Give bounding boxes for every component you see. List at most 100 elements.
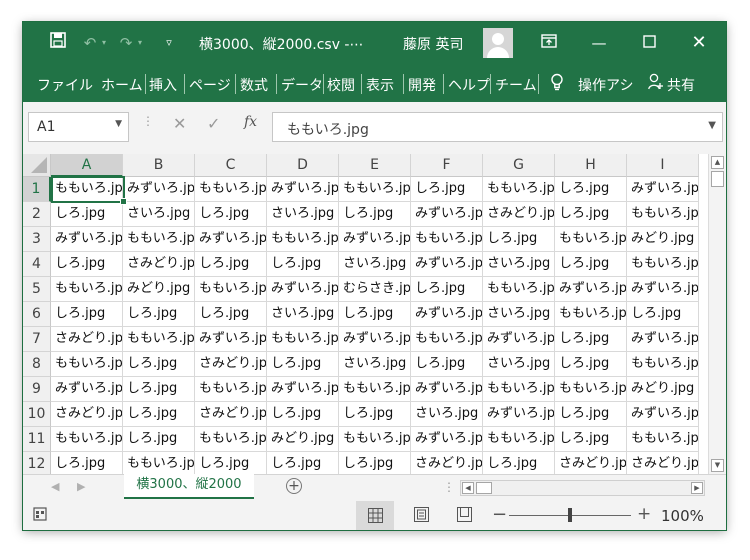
grid-cell[interactable]: しろ.jpg (51, 202, 123, 227)
grid-cell[interactable]: みずいろ.jpg (483, 402, 555, 427)
redo-icon[interactable]: ↷ (115, 32, 137, 54)
grid-cell[interactable]: みどり.jpg (627, 377, 699, 402)
tab-page-layout[interactable]: ページ (189, 75, 231, 95)
grid-cell[interactable]: みずいろ.jpg (267, 377, 339, 402)
grid-cell[interactable]: さいろ.jpg (483, 302, 555, 327)
tab-data[interactable]: データ (281, 75, 323, 95)
grid-cell[interactable]: みずいろ.jpg (123, 177, 195, 202)
column-header[interactable]: H (555, 154, 627, 177)
grid-cell[interactable]: みどり.jpg (627, 227, 699, 252)
redo-dropdown-icon[interactable]: ▾ (135, 32, 145, 54)
grid-cell[interactable]: さいろ.jpg (339, 252, 411, 277)
tab-split-handle[interactable]: ⋮ (443, 480, 455, 494)
row-header[interactable]: 6 (23, 302, 51, 327)
scroll-down-icon[interactable]: ▼ (711, 459, 724, 472)
tab-insert[interactable]: 挿入 (149, 75, 177, 95)
grid-cell[interactable]: さみどり.jpg (51, 327, 123, 352)
row-header[interactable]: 1 (23, 177, 51, 202)
grid-cell[interactable]: ももいろ.jpg (483, 277, 555, 302)
grid-cell[interactable]: ももいろ.jpg (123, 452, 195, 474)
prev-sheet-icon[interactable]: ◀ (51, 480, 59, 493)
grid-cell[interactable]: しろ.jpg (51, 302, 123, 327)
grid-cell[interactable]: しろ.jpg (339, 402, 411, 427)
grid-cell[interactable]: みずいろ.jpg (411, 427, 483, 452)
vertical-scrollbar[interactable]: ▲ ▼ (708, 154, 726, 474)
grid-cell[interactable]: みずいろ.jpg (51, 377, 123, 402)
grid-cell[interactable]: ももいろ.jpg (195, 377, 267, 402)
tell-me-box[interactable]: 操作アシ (578, 75, 633, 95)
grid-cell[interactable]: しろ.jpg (123, 377, 195, 402)
enter-icon[interactable]: ✓ (207, 114, 220, 133)
column-header[interactable]: F (411, 154, 483, 177)
grid-cell[interactable]: しろ.jpg (627, 302, 699, 327)
grid-cell[interactable]: さいろ.jpg (267, 202, 339, 227)
grid-cell[interactable]: ももいろ.jpg (123, 227, 195, 252)
grid-cell[interactable]: みずいろ.jpg (627, 402, 699, 427)
grid-cell[interactable]: さみどり.jpg (195, 402, 267, 427)
grid-cell[interactable]: しろ.jpg (195, 302, 267, 327)
zoom-level[interactable]: 100% (661, 507, 704, 525)
scroll-thumb[interactable] (711, 171, 724, 187)
name-box[interactable]: A1 ▼ (28, 112, 129, 142)
grid-cell[interactable]: しろ.jpg (555, 252, 627, 277)
grid-cell[interactable]: ももいろ.jpg (555, 377, 627, 402)
grid-cell[interactable]: ももいろ.jpg (339, 427, 411, 452)
grid-cell[interactable]: みずいろ.jpg (339, 327, 411, 352)
grid-cell[interactable]: しろ.jpg (195, 252, 267, 277)
column-header[interactable]: D (267, 154, 339, 177)
grid-cell[interactable]: しろ.jpg (123, 352, 195, 377)
zoom-in-button[interactable]: + (637, 504, 651, 524)
column-header[interactable]: C (195, 154, 267, 177)
grid-cell[interactable]: ももいろ.jpg (51, 277, 123, 302)
grid-cell[interactable]: しろ.jpg (339, 452, 411, 474)
grid-cell[interactable]: ももいろ.jpg (555, 227, 627, 252)
grid-cell[interactable]: ももいろ.jpg (195, 427, 267, 452)
grid-cell[interactable]: しろ.jpg (195, 452, 267, 474)
undo-icon[interactable]: ↶ (79, 32, 101, 54)
grid-cell[interactable]: ももいろ.jpg (267, 227, 339, 252)
grid-cell[interactable]: しろ.jpg (267, 352, 339, 377)
grid-cell[interactable]: みどり.jpg (123, 277, 195, 302)
grid-cell[interactable]: さみどり.jpg (123, 252, 195, 277)
ribbon-display-options-icon[interactable] (537, 32, 561, 54)
zoom-out-button[interactable]: − (492, 504, 507, 525)
grid-cell[interactable]: さいろ.jpg (411, 402, 483, 427)
grid-cell[interactable]: みずいろ.jpg (627, 327, 699, 352)
undo-dropdown-icon[interactable]: ▾ (99, 32, 109, 54)
grid-cell[interactable]: ももいろ.jpg (483, 177, 555, 202)
formula-input[interactable]: ももいろ.jpg ▼ (272, 112, 723, 142)
page-break-view-icon[interactable] (457, 507, 472, 526)
column-header[interactable]: G (483, 154, 555, 177)
grid-cell[interactable]: みずいろ.jpg (267, 277, 339, 302)
grid-cell[interactable]: さみどり.jpg (411, 452, 483, 474)
grid-cell[interactable]: みずいろ.jpg (627, 177, 699, 202)
grid-cell[interactable]: みずいろ.jpg (195, 227, 267, 252)
grid-cell[interactable]: しろ.jpg (411, 177, 483, 202)
zoom-slider-thumb[interactable] (568, 508, 572, 522)
grid-cell[interactable]: しろ.jpg (411, 277, 483, 302)
grid-cell[interactable]: しろ.jpg (555, 402, 627, 427)
horizontal-scrollbar[interactable]: ◀ ▶ (460, 480, 705, 496)
row-header[interactable]: 3 (23, 227, 51, 252)
tab-view[interactable]: 表示 (366, 75, 394, 95)
normal-view-button[interactable] (356, 501, 394, 530)
grid-cell[interactable]: しろ.jpg (267, 252, 339, 277)
grid-cell[interactable]: ももいろ.jpg (555, 302, 627, 327)
grid-cell[interactable]: しろ.jpg (555, 352, 627, 377)
grid-cell[interactable]: しろ.jpg (339, 202, 411, 227)
row-header[interactable]: 11 (23, 427, 51, 452)
grid-cell[interactable]: さいろ.jpg (483, 252, 555, 277)
grid-cell[interactable]: ももいろ.jpg (123, 327, 195, 352)
grid-cell[interactable]: しろ.jpg (51, 452, 123, 474)
grid-cell[interactable]: みずいろ.jpg (555, 277, 627, 302)
select-all-button[interactable] (23, 154, 51, 177)
grid-cell[interactable]: さいろ.jpg (123, 202, 195, 227)
scroll-left-icon[interactable]: ◀ (462, 482, 474, 494)
minimize-icon[interactable]: — (587, 32, 611, 54)
column-header[interactable]: A (51, 154, 123, 177)
expand-formula-bar-icon[interactable]: ▼ (708, 120, 716, 131)
grid-cell[interactable]: しろ.jpg (483, 227, 555, 252)
grid-cell[interactable]: しろ.jpg (123, 302, 195, 327)
row-header[interactable]: 7 (23, 327, 51, 352)
grid-cell[interactable]: しろ.jpg (555, 177, 627, 202)
